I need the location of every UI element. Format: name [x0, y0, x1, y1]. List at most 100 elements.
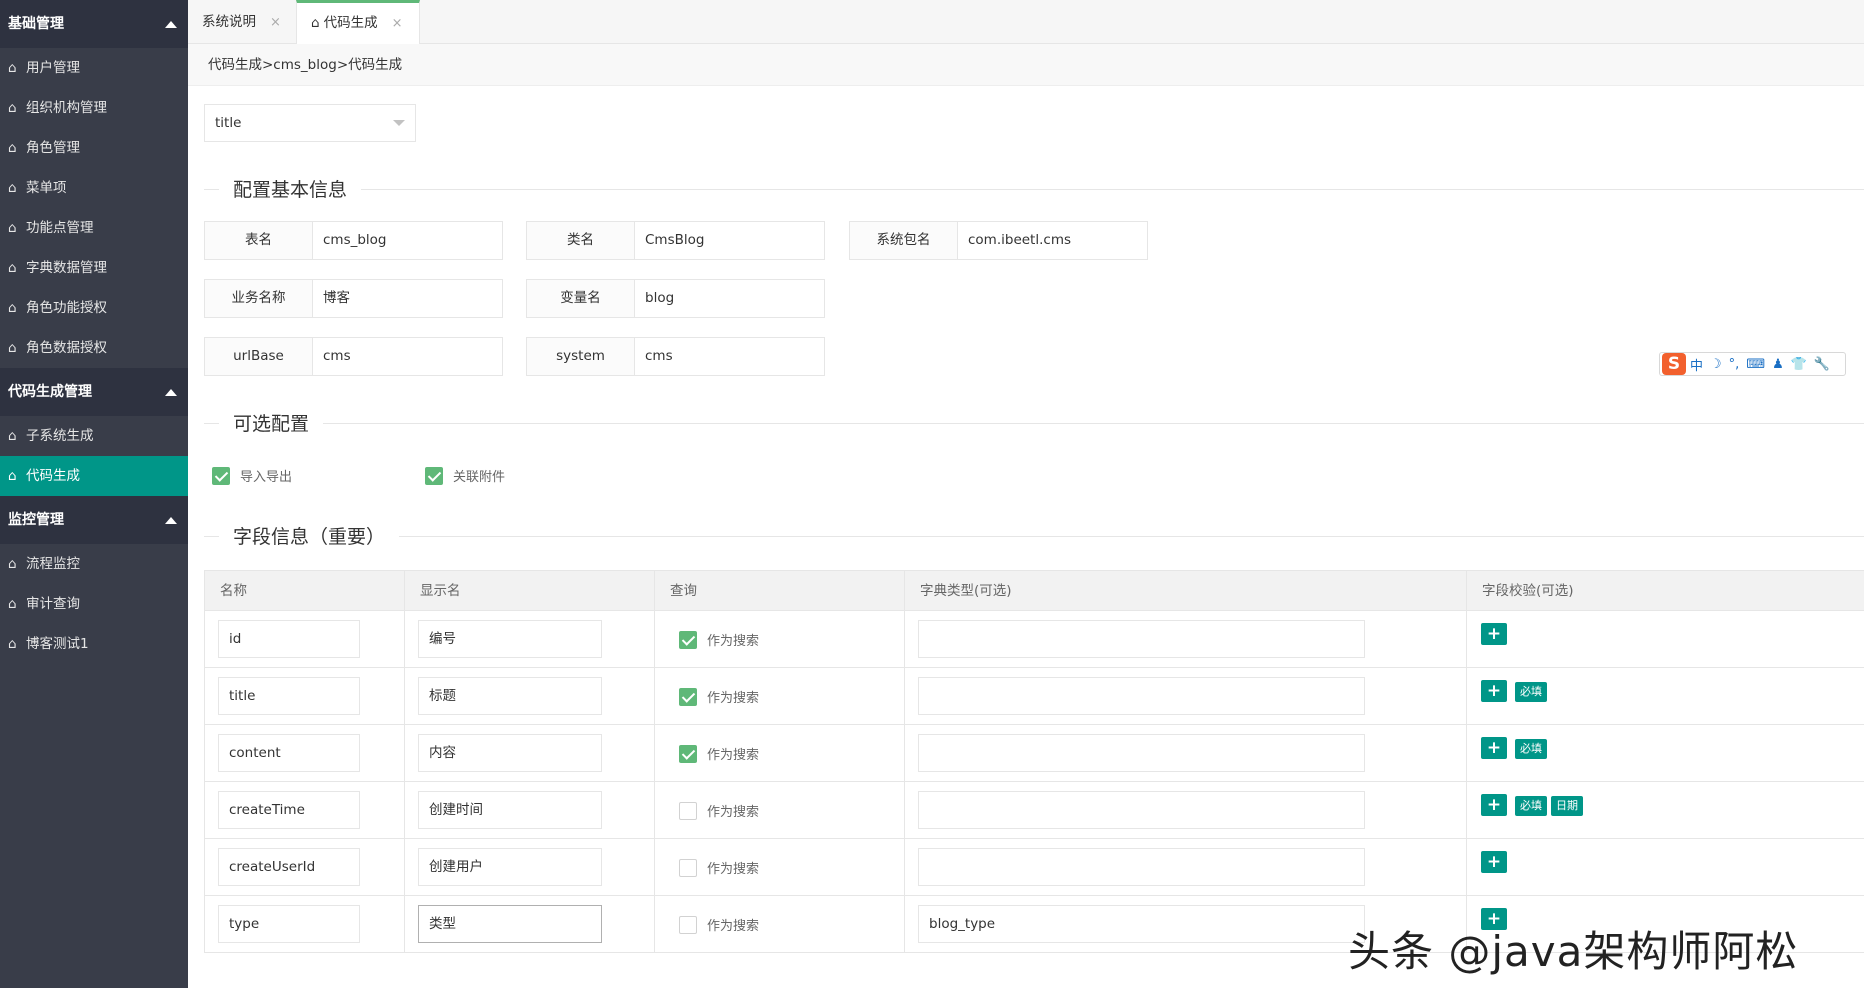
- home-icon: ⌂: [8, 340, 17, 356]
- add-validation-button[interactable]: +: [1481, 680, 1507, 702]
- sidebar-item[interactable]: ⌂ 字典数据管理: [0, 248, 188, 288]
- field-label: 系统包名: [850, 222, 958, 259]
- sidebar-item[interactable]: ⌂ 审计查询: [0, 584, 188, 624]
- biz-name-input[interactable]: 博客: [313, 280, 502, 317]
- field-name-input[interactable]: content: [218, 734, 360, 772]
- validation-tag[interactable]: 必填: [1515, 796, 1547, 816]
- sogou-logo-icon[interactable]: S: [1662, 353, 1686, 375]
- cell-query: 作为搜索: [655, 668, 905, 724]
- ime-button[interactable]: ☽: [1710, 357, 1722, 372]
- ime-button[interactable]: 🔧: [1814, 357, 1830, 372]
- var-name-input[interactable]: blog: [635, 280, 824, 317]
- cell-dict: [905, 611, 1467, 667]
- sidebar-item[interactable]: ⌂ 角色管理: [0, 128, 188, 168]
- class-name-input[interactable]: CmsBlog: [635, 222, 824, 259]
- system-input[interactable]: cms: [635, 338, 824, 375]
- checkbox-checked-icon[interactable]: [679, 687, 697, 706]
- sidebar-group[interactable]: 基础管理: [0, 0, 188, 48]
- dict-type-input[interactable]: [918, 620, 1365, 658]
- tab-system-intro[interactable]: 系统说明 ×: [188, 0, 296, 44]
- sidebar: 基础管理 ⌂ 用户管理 ⌂ 组织机构管理 ⌂ 角色管理 ⌂ 菜单项 ⌂ 功能点管理 ⌂ 字典数据管理 ⌂ 角…: [0, 0, 188, 988]
- add-validation-button[interactable]: +: [1481, 623, 1507, 645]
- cell-name: title: [205, 668, 405, 724]
- field-name-input[interactable]: createTime: [218, 791, 360, 829]
- checkbox-checked-icon[interactable]: [212, 466, 230, 485]
- display-name-input[interactable]: 标题: [418, 677, 602, 715]
- url-base-input[interactable]: cms: [313, 338, 502, 375]
- close-icon[interactable]: ×: [392, 16, 403, 31]
- sidebar-item[interactable]: ⌂ 菜单项: [0, 168, 188, 208]
- home-icon: ⌂: [8, 140, 17, 156]
- search-checkbox[interactable]: 作为搜索: [679, 744, 759, 763]
- checkbox-checked-icon[interactable]: [679, 744, 697, 763]
- validation-tag[interactable]: 必填: [1515, 739, 1547, 759]
- field-name-input[interactable]: id: [218, 620, 360, 658]
- package-input[interactable]: com.ibeetl.cms: [958, 222, 1147, 259]
- table-row: createTime 创建时间 作为搜索 + 必填 日期: [205, 782, 1864, 839]
- import-export-checkbox[interactable]: 导入导出: [212, 466, 292, 485]
- cell-name: content: [205, 725, 405, 781]
- dict-type-input[interactable]: [918, 677, 1365, 715]
- ime-button[interactable]: 👕: [1791, 357, 1807, 372]
- display-name-input[interactable]: 类型: [418, 905, 602, 943]
- table-header: 名称 显示名 查询 字典类型(可选) 字段校验(可选): [205, 571, 1864, 611]
- sidebar-item[interactable]: ⌂ 用户管理: [0, 48, 188, 88]
- search-checkbox[interactable]: 作为搜索: [679, 687, 759, 706]
- sidebar-item[interactable]: ⌂ 子系统生成: [0, 416, 188, 456]
- dict-type-input[interactable]: [918, 791, 1365, 829]
- attachment-checkbox[interactable]: 关联附件: [425, 466, 505, 485]
- search-checkbox[interactable]: 作为搜索: [679, 858, 759, 877]
- field-name-input[interactable]: createUserId: [218, 848, 360, 886]
- caret-up-icon: [165, 517, 177, 524]
- field-table-name: 表名 cms_blog: [204, 221, 503, 260]
- sidebar-item[interactable]: ⌂ 博客测试1: [0, 624, 188, 664]
- sidebar-item-label: 子系统生成: [26, 428, 94, 444]
- ime-button[interactable]: 中: [1690, 355, 1703, 374]
- add-validation-button[interactable]: +: [1481, 794, 1507, 816]
- cell-query: 作为搜索: [655, 839, 905, 895]
- sidebar-group[interactable]: 代码生成管理: [0, 368, 188, 416]
- tab-code-gen[interactable]: ⌂ 代码生成 ×: [296, 0, 420, 44]
- checkbox-checked-icon[interactable]: [425, 466, 443, 485]
- validation-tag[interactable]: 必填: [1515, 682, 1547, 702]
- sidebar-item[interactable]: ⌂ 代码生成: [0, 456, 188, 496]
- checkbox-unchecked-icon[interactable]: [679, 915, 697, 934]
- display-name-input[interactable]: 创建时间: [418, 791, 602, 829]
- validation-tag[interactable]: 日期: [1551, 796, 1583, 816]
- cell-display: 创建用户: [405, 839, 655, 895]
- sidebar-item[interactable]: ⌂ 角色数据授权: [0, 328, 188, 368]
- checkbox-checked-icon[interactable]: [679, 630, 697, 649]
- close-icon[interactable]: ×: [270, 15, 281, 30]
- search-checkbox[interactable]: 作为搜索: [679, 630, 759, 649]
- sidebar-item[interactable]: ⌂ 流程监控: [0, 544, 188, 584]
- dict-type-input[interactable]: [918, 848, 1365, 886]
- ime-button[interactable]: ♟: [1772, 357, 1784, 372]
- field-var-name: 变量名 blog: [526, 279, 825, 318]
- ime-button[interactable]: ⌨: [1746, 357, 1765, 372]
- home-icon: ⌂: [311, 15, 320, 31]
- sidebar-group[interactable]: 监控管理: [0, 496, 188, 544]
- search-checkbox[interactable]: 作为搜索: [679, 801, 759, 820]
- display-name-input[interactable]: 创建用户: [418, 848, 602, 886]
- add-validation-button[interactable]: +: [1481, 851, 1507, 873]
- checkbox-unchecked-icon[interactable]: [679, 801, 697, 820]
- checkbox-unchecked-icon[interactable]: [679, 858, 697, 877]
- sidebar-item[interactable]: ⌂ 功能点管理: [0, 208, 188, 248]
- field-name-input[interactable]: title: [218, 677, 360, 715]
- home-icon: ⌂: [8, 468, 17, 484]
- sidebar-item-label: 角色数据授权: [26, 340, 107, 356]
- sidebar-item[interactable]: ⌂ 组织机构管理: [0, 88, 188, 128]
- display-name-input[interactable]: 编号: [418, 620, 602, 658]
- add-validation-button[interactable]: +: [1481, 737, 1507, 759]
- ime-toolbar[interactable]: S 中 ☽ °, ⌨ ♟ 👕 🔧: [1659, 352, 1846, 376]
- dict-type-input[interactable]: [918, 734, 1365, 772]
- display-name-input[interactable]: 内容: [418, 734, 602, 772]
- ime-button[interactable]: °,: [1729, 357, 1740, 372]
- field-label: system: [527, 338, 635, 375]
- table-name-input[interactable]: cms_blog: [313, 222, 502, 259]
- search-checkbox[interactable]: 作为搜索: [679, 915, 759, 934]
- title-select[interactable]: title: [204, 104, 416, 142]
- field-name-input[interactable]: type: [218, 905, 360, 943]
- sidebar-item[interactable]: ⌂ 角色功能授权: [0, 288, 188, 328]
- dict-type-input[interactable]: blog_type: [918, 905, 1365, 943]
